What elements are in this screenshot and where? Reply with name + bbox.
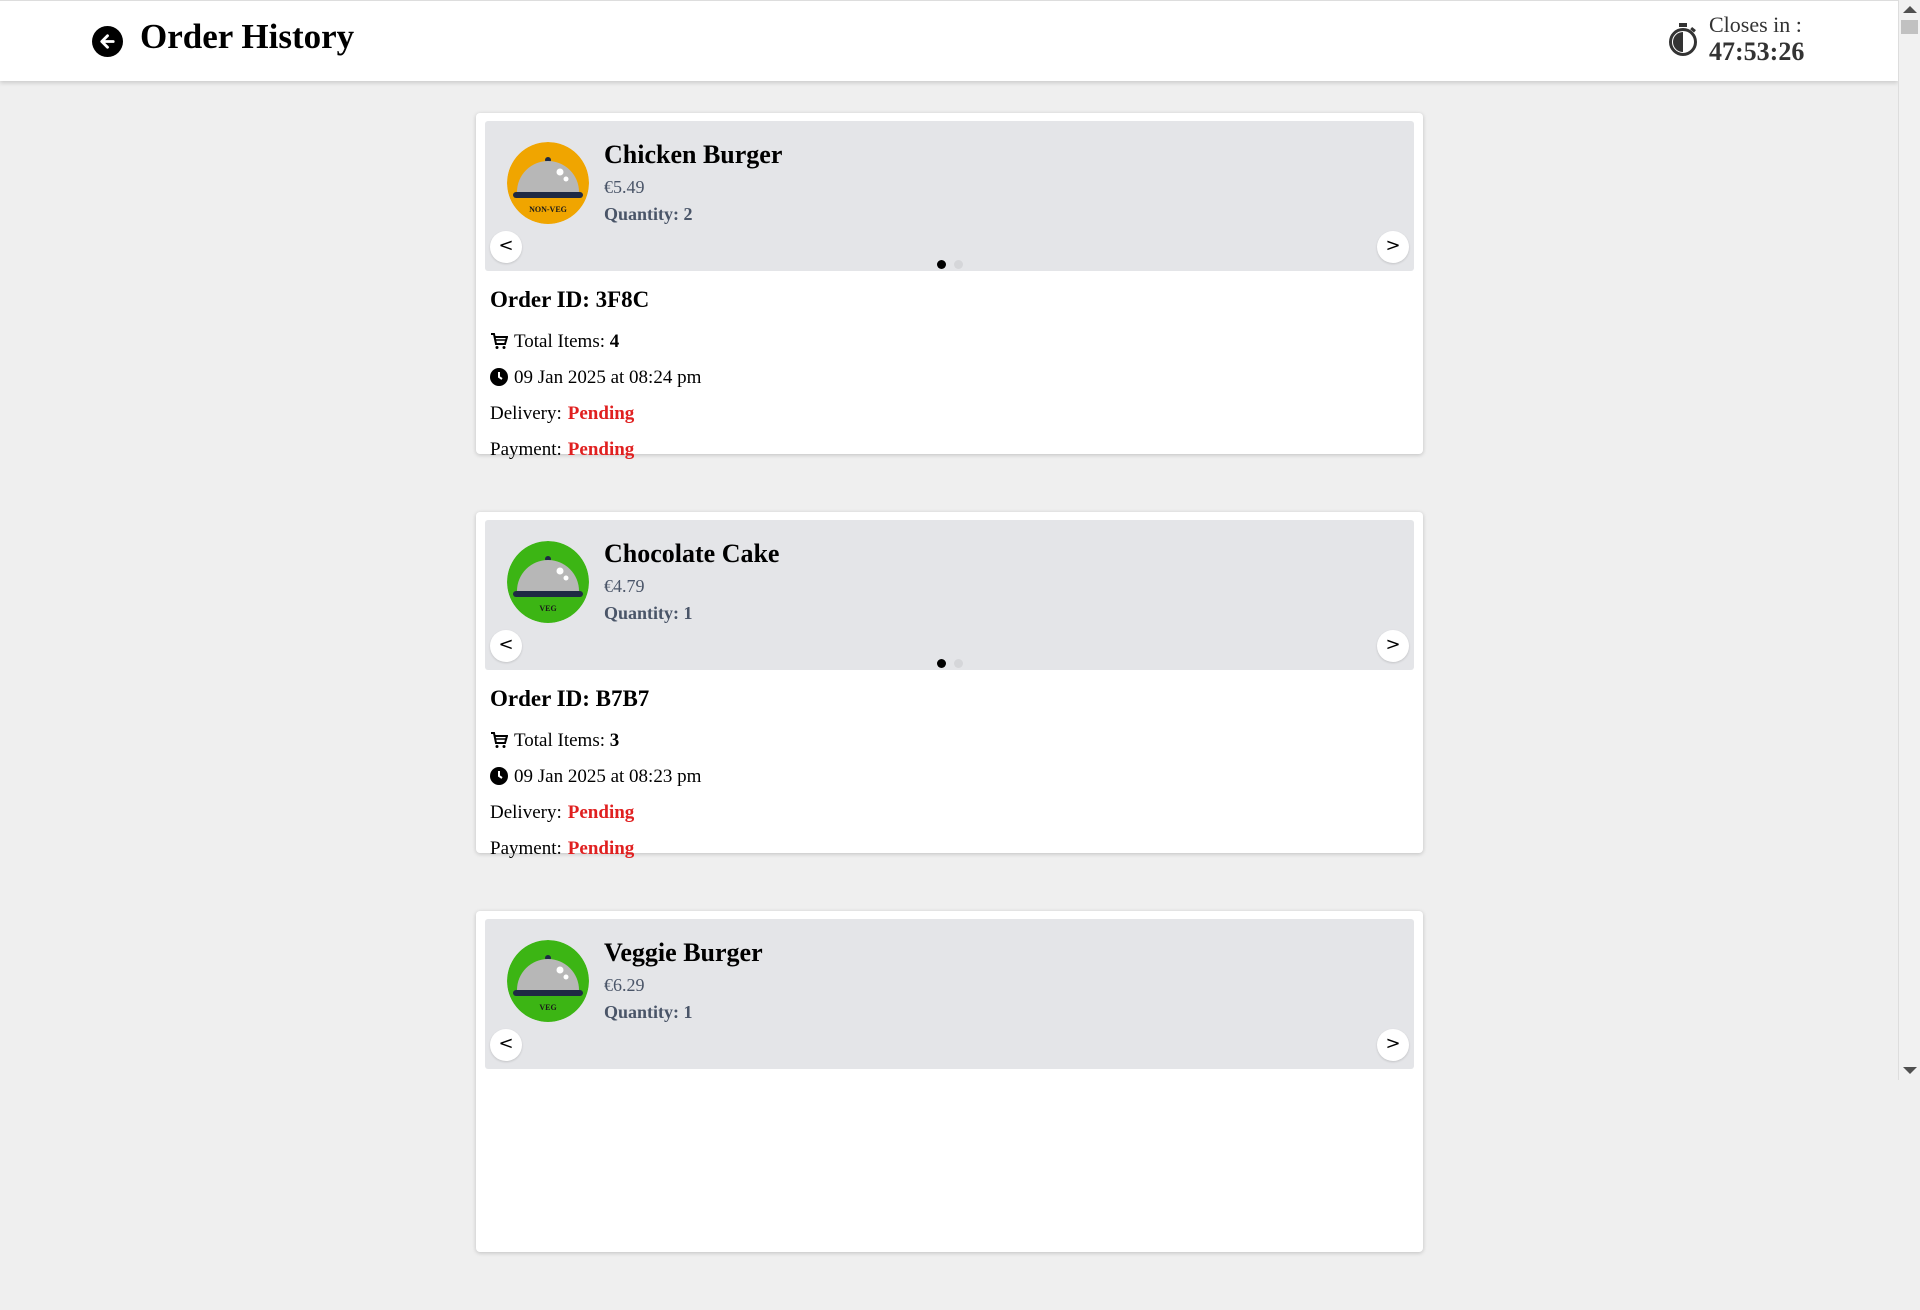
delivery-row: Delivery: Pending <box>490 396 1409 432</box>
payment-label: Payment: <box>490 439 562 460</box>
item-quantity: Quantity: 2 <box>604 204 693 224</box>
carousel-dot[interactable] <box>936 260 946 269</box>
clock-icon <box>490 368 508 386</box>
delivery-status: Pending <box>567 403 635 424</box>
scroll-down-arrow[interactable] <box>1903 1067 1917 1074</box>
page-title: Order History <box>140 17 355 56</box>
item-price: €5.49 <box>604 177 645 197</box>
item-name: Chocolate Cake <box>604 539 780 568</box>
payment-row: Payment: Pending <box>490 831 1409 867</box>
back-button[interactable] <box>92 26 123 57</box>
diet-badge: NON-VEG <box>529 205 567 214</box>
timer-label: Closes in : <box>1709 12 1802 37</box>
item-carousel: NON-VEG Chicken Burger €5.49 Quantity: 2… <box>485 121 1414 271</box>
cart-icon <box>491 333 509 349</box>
total-items-value: 4 <box>609 331 620 352</box>
carousel-dot[interactable] <box>953 260 963 269</box>
stopwatch-icon <box>1669 23 1697 56</box>
closing-timer: Closes in : 47:53:26 <box>1709 12 1804 66</box>
order-id-label: Order ID: <box>490 686 596 711</box>
datetime-row: 09 Jan 2025 at 08:24 pm <box>490 360 1409 396</box>
order-card: VEG Veggie Burger €6.29 Quantity: 1 < > <box>476 911 1423 1252</box>
food-cloche-icon: VEG <box>507 940 589 1022</box>
delivery-label: Delivery: <box>490 403 562 424</box>
datetime-row: 09 Jan 2025 at 08:23 pm <box>490 759 1409 795</box>
carousel-prev-button[interactable]: < <box>490 1029 522 1061</box>
total-items-value: 3 <box>609 730 620 751</box>
payment-status: Pending <box>567 838 635 859</box>
item-name: Chicken Burger <box>604 140 783 169</box>
diet-badge: VEG <box>539 1003 556 1012</box>
order-card: NON-VEG Chicken Burger €5.49 Quantity: 2… <box>476 113 1423 460</box>
food-cloche-icon: VEG <box>507 541 589 623</box>
delivery-status: Pending <box>567 802 635 823</box>
item-quantity: Quantity: 1 <box>604 1002 693 1022</box>
item-price: €6.29 <box>604 975 645 995</box>
carousel-dots <box>485 655 1414 673</box>
page-scrollbar[interactable] <box>1898 0 1920 1080</box>
orders-list: NON-VEG Chicken Burger €5.49 Quantity: 2… <box>476 113 1423 1310</box>
item-name: Veggie Burger <box>604 938 763 967</box>
total-items-row: Total Items: 4 <box>490 324 1409 360</box>
timer-value: 47:53:26 <box>1709 37 1805 66</box>
scroll-up-arrow[interactable] <box>1903 6 1917 13</box>
total-items-label: Total Items: <box>514 730 610 751</box>
total-items-row: Total Items: 3 <box>490 723 1409 759</box>
order-id: Order ID: 3F8C <box>490 287 1409 313</box>
payment-label: Payment: <box>490 838 562 859</box>
order-details: Order ID: B7B7 Total Items: 3 09 Jan 202… <box>485 670 1414 867</box>
carousel-next-button[interactable]: > <box>1377 1029 1409 1061</box>
order-id-value: B7B7 <box>595 686 650 711</box>
app-header: Order History Closes in : 47:53:26 <box>0 0 1898 81</box>
item-carousel: VEG Veggie Burger €6.29 Quantity: 1 < > <box>485 919 1414 1069</box>
order-id-label: Order ID: <box>490 287 596 312</box>
diet-badge: VEG <box>539 604 556 613</box>
delivery-label: Delivery: <box>490 802 562 823</box>
payment-row: Payment: Pending <box>490 432 1409 468</box>
carousel-dots <box>485 256 1414 274</box>
delivery-row: Delivery: Pending <box>490 795 1409 831</box>
order-id: Order ID: B7B7 <box>490 686 1409 712</box>
food-cloche-icon: NON-VEG <box>507 142 589 224</box>
payment-status: Pending <box>567 439 635 460</box>
item-price: €4.79 <box>604 576 645 596</box>
cart-icon <box>491 732 509 748</box>
item-carousel: VEG Chocolate Cake €4.79 Quantity: 1 < > <box>485 520 1414 670</box>
total-items-label: Total Items: <box>514 331 610 352</box>
item-quantity: Quantity: 1 <box>604 603 693 623</box>
order-card: VEG Chocolate Cake €4.79 Quantity: 1 < >… <box>476 512 1423 859</box>
clock-icon <box>490 767 508 785</box>
scroll-thumb[interactable] <box>1901 20 1918 34</box>
carousel-dot[interactable] <box>953 659 963 668</box>
arrow-left-icon <box>100 34 115 49</box>
order-datetime: 09 Jan 2025 at 08:24 pm <box>514 367 702 388</box>
carousel-dot[interactable] <box>936 659 946 668</box>
order-datetime: 09 Jan 2025 at 08:23 pm <box>514 766 702 787</box>
order-id-value: 3F8C <box>595 287 650 312</box>
order-details: Order ID: 3F8C Total Items: 4 09 Jan 202… <box>485 271 1414 468</box>
